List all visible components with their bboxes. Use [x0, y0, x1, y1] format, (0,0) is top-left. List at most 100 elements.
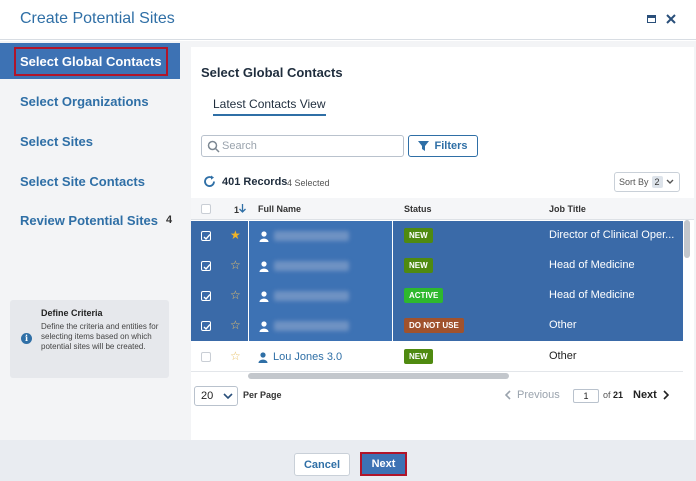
checkmark-icon — [203, 264, 211, 271]
sort-indicator[interactable]: 1 — [234, 204, 246, 215]
row-checkbox[interactable] — [201, 321, 211, 331]
sidebar-item-label: Select Site Contacts — [20, 173, 145, 189]
column-header-job-title[interactable]: Job Title — [549, 204, 586, 214]
info-title: Define Criteria — [41, 308, 103, 318]
person-icon — [259, 260, 269, 272]
checkmark-icon — [203, 324, 211, 331]
column-header-full-name[interactable]: Full Name — [258, 204, 301, 214]
status-badge: NEW — [404, 258, 433, 273]
status-badge: DO NOT USE — [404, 318, 464, 333]
status-badge: NEW — [404, 228, 433, 243]
table-row[interactable]: ☆ Lou Jones 3.0 NEW Other — [191, 342, 683, 372]
sidebar-item-select-site-contacts[interactable]: Select Site Contacts — [0, 163, 180, 199]
search-input[interactable]: Search — [201, 135, 404, 157]
close-icon — [666, 14, 676, 24]
info-icon: i — [21, 333, 32, 344]
info-text: Define the criteria and entities for sel… — [41, 322, 159, 351]
person-icon — [258, 351, 268, 363]
favorite-star-outline-icon[interactable]: ☆ — [230, 318, 241, 332]
table-row[interactable]: ☆ DO NOT USE Other — [191, 311, 683, 341]
close-button[interactable] — [663, 11, 679, 27]
full-name-cell — [248, 221, 393, 251]
full-name-cell — [248, 311, 393, 341]
redacted-name — [274, 321, 349, 331]
sort-count-badge: 2 — [651, 176, 663, 188]
sidebar-item-label: Review Potential Sites — [20, 212, 158, 228]
sort-arrow-icon — [239, 204, 246, 213]
previous-page-button[interactable]: Previous — [505, 389, 560, 401]
per-page-value: 20 — [201, 390, 214, 402]
favorite-star-outline-icon[interactable]: ☆ — [230, 349, 241, 363]
title-bar: Create Potential Sites — [0, 0, 696, 40]
horizontal-scrollbar[interactable] — [248, 373, 509, 379]
favorite-star-icon[interactable]: ★ — [230, 228, 241, 242]
status-badge: NEW — [404, 349, 433, 364]
review-count-badge: 4 — [166, 214, 173, 226]
contact-name-link[interactable]: Lou Jones 3.0 — [273, 351, 342, 363]
checkmark-icon — [203, 294, 211, 301]
job-title-cell: Other — [549, 319, 577, 331]
cancel-button[interactable]: Cancel — [294, 453, 350, 476]
sidebar-item-label: Select Global Contacts — [14, 46, 168, 76]
job-title-cell: Director of Clinical Oper... — [549, 229, 675, 241]
sidebar-item-label: Select Sites — [20, 133, 93, 149]
full-name-cell: Lou Jones 3.0 — [248, 342, 393, 372]
chevron-down-icon — [666, 179, 674, 184]
records-count: 401 Records — [222, 176, 288, 188]
per-page-select[interactable]: 20 — [194, 386, 238, 406]
checkmark-icon — [203, 234, 211, 241]
table-row[interactable]: ☆ NEW Head of Medicine — [191, 251, 683, 281]
sidebar-item-review-potential-sites[interactable]: Review Potential Sites 4 — [0, 202, 180, 238]
sort-by-label: Sort By — [619, 177, 649, 187]
table-row[interactable]: ☆ ACTIVE Head of Medicine — [191, 281, 683, 311]
row-checkbox[interactable] — [201, 352, 211, 362]
next-page-button[interactable]: Next — [633, 389, 669, 401]
full-name-cell — [248, 281, 393, 311]
per-page-label: Per Page — [243, 390, 282, 400]
sort-by-dropdown[interactable]: Sort By 2 — [614, 172, 680, 192]
sidebar-item-label: Select Organizations — [20, 93, 149, 109]
sidebar-item-select-global-contacts[interactable]: Select Global Contacts — [0, 43, 180, 79]
column-header-status[interactable]: Status — [404, 204, 432, 214]
table-header: 1 Full Name Status Job Title — [191, 198, 694, 220]
filters-button[interactable]: Filters — [408, 135, 478, 157]
redacted-name — [274, 261, 349, 271]
previous-label: Previous — [517, 389, 560, 401]
favorite-star-outline-icon[interactable]: ☆ — [230, 258, 241, 272]
select-all-checkbox[interactable] — [201, 204, 211, 214]
tab-latest-contacts-view[interactable]: Latest Contacts View — [213, 97, 326, 116]
refresh-icon[interactable] — [203, 175, 216, 188]
row-checkbox[interactable] — [201, 261, 211, 271]
favorite-star-outline-icon[interactable]: ☆ — [230, 288, 241, 302]
person-icon — [259, 290, 269, 302]
search-icon — [207, 140, 220, 153]
next-label: Next — [633, 389, 657, 401]
job-title-cell: Head of Medicine — [549, 259, 635, 271]
chevron-left-icon — [505, 390, 511, 400]
row-checkbox[interactable] — [201, 231, 211, 241]
table-row[interactable]: ★ NEW Director of Clinical Oper... — [191, 221, 683, 251]
full-name-cell — [248, 251, 393, 281]
maximize-button[interactable] — [643, 11, 659, 27]
redacted-name — [274, 231, 349, 241]
chevron-down-icon — [223, 393, 233, 399]
job-title-cell: Head of Medicine — [549, 289, 635, 301]
panel-title: Select Global Contacts — [201, 65, 343, 80]
search-placeholder: Search — [222, 140, 257, 152]
vertical-scrollbar[interactable] — [684, 220, 690, 258]
sidebar-item-select-organizations[interactable]: Select Organizations — [0, 83, 180, 119]
filters-label: Filters — [434, 140, 468, 152]
row-checkbox[interactable] — [201, 291, 211, 301]
chevron-right-icon — [663, 390, 669, 400]
selected-count: 4 Selected — [287, 178, 330, 188]
dialog-title: Create Potential Sites — [20, 10, 175, 27]
filter-icon — [418, 141, 430, 151]
next-button[interactable]: Next — [360, 452, 407, 476]
define-criteria-card: i Define Criteria Define the criteria an… — [10, 300, 169, 378]
page-number-input[interactable]: 1 — [573, 389, 599, 403]
person-icon — [259, 230, 269, 242]
page-total: of 21 — [603, 390, 624, 400]
status-badge: ACTIVE — [404, 288, 444, 303]
sidebar-item-select-sites[interactable]: Select Sites — [0, 123, 180, 159]
maximize-icon — [646, 15, 656, 23]
